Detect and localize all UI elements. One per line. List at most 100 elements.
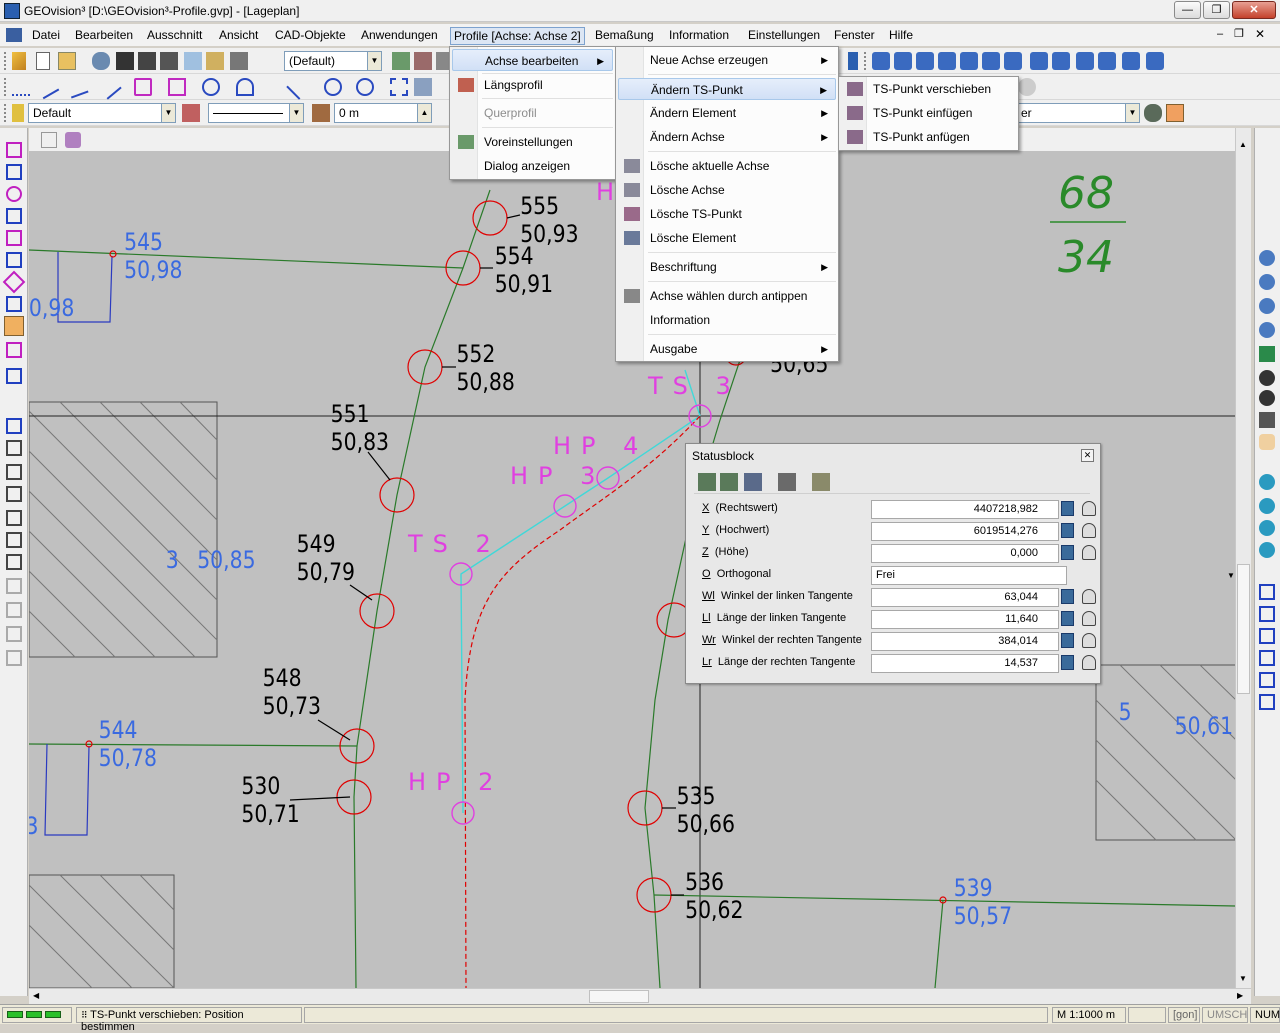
open-folder-icon[interactable]	[58, 52, 76, 70]
edit-hatch-icon[interactable]	[1259, 672, 1275, 688]
save-icon[interactable]	[116, 52, 134, 70]
info-area-icon[interactable]	[938, 52, 956, 70]
x-value-field[interactable]: 4407218,982	[871, 500, 1059, 519]
circle-icon[interactable]	[202, 78, 220, 96]
menu-item-ausgabe[interactable]: Ausgabe ▶	[618, 338, 836, 360]
menu-item-laengsprofil[interactable]: Längsprofil	[452, 74, 613, 96]
calculator-icon[interactable]	[1061, 589, 1074, 604]
right-combo[interactable]: er ▼	[1016, 103, 1140, 123]
statusblock-close-icon[interactable]: ✕	[1081, 449, 1094, 462]
lr-value-field[interactable]: 14,537	[871, 654, 1059, 673]
vertical-scrollbar[interactable]: ▲ ▼	[1235, 128, 1251, 988]
info-height-icon[interactable]	[1030, 52, 1048, 70]
ll-value-field[interactable]: 11,640	[871, 610, 1059, 629]
midpoint-icon[interactable]	[6, 230, 22, 246]
save-as-icon[interactable]	[138, 52, 156, 70]
menu-item-aendern-ts-punkt[interactable]: Ändern TS-Punkt ▶	[618, 78, 836, 100]
menu-item-neue-achse[interactable]: Neue Achse erzeugen ▶	[618, 49, 836, 71]
menu-item-loesche-aktuelle-achse[interactable]: Lösche aktuelle Achse	[618, 155, 836, 177]
wr-value-field[interactable]: 384,014	[871, 632, 1059, 651]
nearest-icon[interactable]	[6, 296, 22, 312]
linetype-combo[interactable]: ▼	[208, 103, 304, 123]
copy-icon[interactable]	[184, 52, 202, 70]
wl-value-field[interactable]: 63,044	[871, 588, 1059, 607]
coord-abs-icon[interactable]	[698, 473, 716, 491]
edit-block-icon[interactable]	[1259, 694, 1275, 710]
zoom-extents-icon[interactable]	[1259, 346, 1275, 362]
app-icon[interactable]	[4, 3, 20, 19]
menu-item-aendern-achse[interactable]: Ändern Achse ▶	[618, 126, 836, 148]
lock-icon[interactable]	[1082, 633, 1096, 648]
layer-combo[interactable]: Default ▼	[28, 103, 176, 123]
coord-ortho-icon[interactable]	[778, 473, 796, 491]
maximize-button[interactable]: ❐	[1203, 1, 1230, 19]
mirror-icon[interactable]	[6, 510, 22, 526]
pencil-icon[interactable]	[12, 52, 26, 70]
info-distance-icon[interactable]	[960, 52, 978, 70]
lock-icon[interactable]	[1082, 523, 1096, 538]
menu-hilfe[interactable]: Hilfe	[886, 27, 916, 45]
calculator-icon[interactable]	[1061, 545, 1074, 560]
menu-item-ts-punkt-verschieben[interactable]: TS-Punkt verschieben	[841, 78, 1016, 100]
region-icon[interactable]	[390, 78, 408, 96]
info-angle-icon[interactable]	[982, 52, 1000, 70]
perpendicular-icon[interactable]	[2, 270, 26, 294]
info-coord-icon[interactable]	[1052, 52, 1070, 70]
rectangle-icon[interactable]	[134, 78, 152, 96]
menu-item-achse-bearbeiten[interactable]: Achse bearbeiten ▶	[452, 49, 613, 71]
info-line-icon[interactable]	[894, 52, 912, 70]
calculator-icon[interactable]	[1061, 501, 1074, 516]
arc-icon[interactable]	[236, 78, 254, 96]
view-rotate-icon[interactable]	[1259, 498, 1275, 514]
info-object-icon[interactable]	[1004, 52, 1022, 70]
document-icon[interactable]	[6, 28, 22, 42]
horizontal-scroll-thumb[interactable]	[589, 990, 649, 1003]
menu-item-ts-punkt-einfuegen[interactable]: TS-Punkt einfügen	[841, 102, 1016, 124]
view-3d-icon[interactable]	[1259, 474, 1275, 490]
menu-cad-objekte[interactable]: CAD-Objekte	[272, 27, 349, 45]
extend-icon[interactable]	[6, 554, 22, 570]
menu-ausschnitt[interactable]: Ausschnitt	[144, 27, 205, 45]
info-arc-icon[interactable]	[916, 52, 934, 70]
edit-line-icon[interactable]	[1259, 606, 1275, 622]
calculator-icon[interactable]	[1061, 633, 1074, 648]
info-volume-icon[interactable]	[1076, 52, 1094, 70]
style-combo[interactable]: (Default) ▼	[284, 51, 382, 71]
menu-item-loesche-element[interactable]: Lösche Element	[618, 227, 836, 249]
menu-item-aendern-element[interactable]: Ändern Element ▶	[618, 102, 836, 124]
view-layout-icon[interactable]	[41, 132, 57, 148]
edit-point-icon[interactable]	[1259, 584, 1275, 600]
binoculars-icon[interactable]	[92, 52, 110, 70]
horizontal-scrollbar[interactable]: ◀ ▶	[29, 988, 1251, 1004]
y-value-field[interactable]: 6019514,276	[871, 522, 1059, 541]
coord-polar-icon[interactable]	[744, 473, 762, 491]
polyline-icon[interactable]	[34, 74, 60, 100]
scroll-left-icon[interactable]: ◀	[33, 991, 39, 1000]
close-button[interactable]: ✕	[1232, 1, 1276, 19]
menu-profile[interactable]: Profile [Achse: Achse 2]	[450, 27, 585, 45]
zoom-window-icon[interactable]	[1259, 298, 1275, 314]
zoom-out-icon[interactable]	[1259, 274, 1275, 290]
lock-icon[interactable]	[1082, 545, 1096, 560]
view-layers-icon[interactable]	[65, 132, 81, 148]
rotate-icon[interactable]	[6, 464, 22, 480]
edit-arc-icon[interactable]	[1259, 628, 1275, 644]
object-snap-icon[interactable]	[6, 368, 22, 384]
edit-text-icon[interactable]	[1259, 650, 1275, 666]
layer-snap-icon[interactable]	[6, 342, 22, 358]
menu-item-achse-waehlen[interactable]: Achse wählen durch antippen	[618, 285, 836, 307]
zoom-previous-icon[interactable]	[1259, 412, 1275, 428]
mdi-minimize-icon[interactable]: –	[1217, 28, 1223, 40]
lock-icon[interactable]	[1082, 655, 1096, 670]
new-file-icon[interactable]	[36, 52, 50, 70]
ellipse-icon[interactable]	[356, 78, 374, 96]
layer-icon[interactable]	[392, 52, 410, 70]
paste-icon[interactable]	[206, 52, 224, 70]
settings-gear-icon[interactable]	[1018, 78, 1036, 96]
minimize-button[interactable]: —	[1174, 1, 1201, 19]
active-snap-icon[interactable]	[4, 316, 24, 336]
measure-icon[interactable]	[6, 418, 22, 434]
tangent-icon[interactable]	[96, 74, 122, 100]
toolbar-grip[interactable]	[864, 52, 867, 70]
calculator-icon[interactable]	[1061, 611, 1074, 626]
